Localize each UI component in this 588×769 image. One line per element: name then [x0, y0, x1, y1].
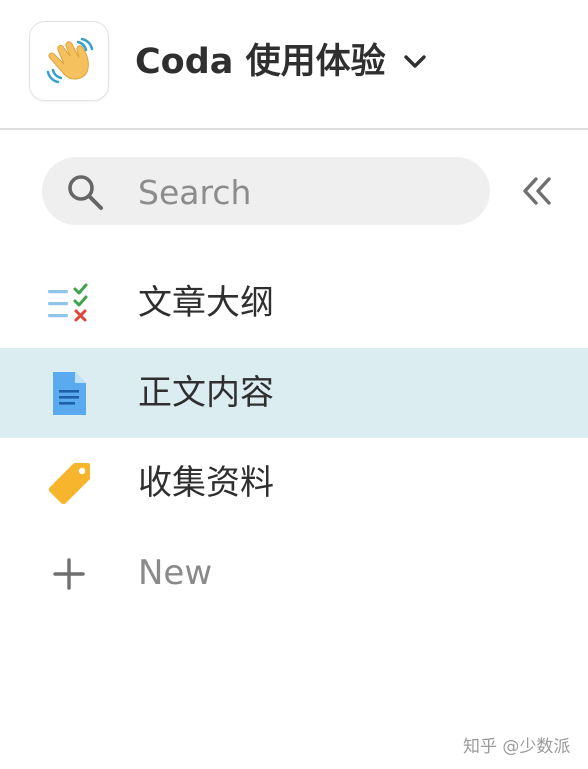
search-bar[interactable]	[42, 157, 490, 225]
new-page-button[interactable]: New	[0, 528, 588, 618]
search-input[interactable]	[136, 169, 470, 215]
plus-icon	[53, 558, 85, 590]
document-icon	[53, 372, 86, 415]
search-icon	[68, 175, 103, 210]
new-label: New	[138, 553, 213, 593]
sidebar-item-label: 收集资料	[138, 463, 274, 503]
sidebar-item-research[interactable]: 收集资料	[0, 438, 588, 528]
sidebar-item-content[interactable]: 正文内容	[0, 348, 588, 438]
doc-header: Coda 使用体验	[0, 0, 588, 128]
doc-title[interactable]: Coda 使用体验	[135, 40, 386, 84]
collapse-sidebar-icon[interactable]	[520, 176, 554, 206]
sidebar-item-label: 文章大纲	[138, 283, 274, 323]
sidebar-item-label: 正文内容	[138, 373, 274, 413]
watermark: 知乎 @少数派	[463, 737, 571, 757]
sidebar-item-outline[interactable]: 文章大纲	[0, 258, 588, 348]
header-divider	[0, 128, 588, 130]
tag-icon	[48, 463, 90, 505]
waving-hand-icon	[46, 37, 94, 84]
chevron-down-icon[interactable]	[403, 54, 427, 70]
doc-logo[interactable]	[29, 21, 109, 101]
checklist-icon	[48, 283, 88, 322]
